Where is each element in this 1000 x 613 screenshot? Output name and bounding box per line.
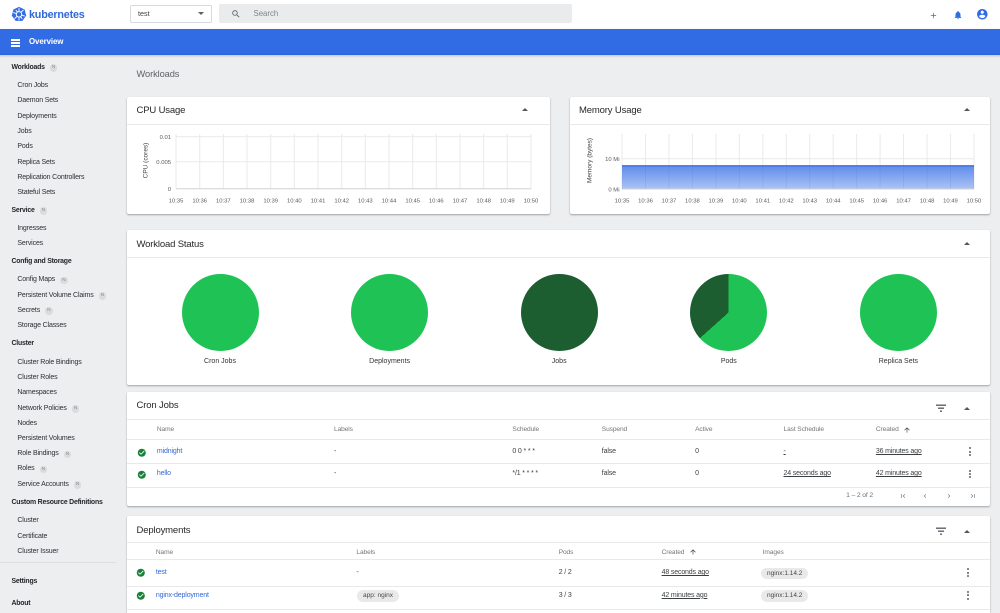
svg-text:10:43: 10:43 [358, 198, 373, 204]
svg-text:10:35: 10:35 [614, 198, 629, 204]
svg-text:10:49: 10:49 [500, 198, 515, 204]
svg-text:10:35: 10:35 [169, 198, 184, 204]
svg-text:10:41: 10:41 [755, 198, 770, 204]
svg-text:0.005: 0.005 [156, 160, 171, 166]
svg-text:10:50: 10:50 [966, 198, 981, 204]
svg-text:10:37: 10:37 [216, 198, 231, 204]
svg-text:10:44: 10:44 [825, 198, 840, 204]
svg-text:Memory (bytes): Memory (bytes) [586, 138, 593, 183]
svg-text:10:38: 10:38 [685, 198, 700, 204]
svg-text:10:39: 10:39 [708, 198, 723, 204]
svg-text:10:38: 10:38 [240, 198, 255, 204]
svg-text:10:43: 10:43 [802, 198, 817, 204]
svg-text:0 Mi: 0 Mi [608, 187, 619, 193]
svg-text:10:44: 10:44 [382, 198, 397, 204]
svg-text:10:45: 10:45 [405, 198, 420, 204]
svg-text:10:42: 10:42 [334, 198, 349, 204]
svg-text:10:40: 10:40 [287, 198, 302, 204]
svg-text:10:49: 10:49 [943, 198, 958, 204]
svg-text:10:45: 10:45 [849, 198, 864, 204]
svg-text:CPU (cores): CPU (cores) [142, 143, 149, 179]
svg-text:10:46: 10:46 [429, 198, 444, 204]
svg-text:10:48: 10:48 [476, 198, 491, 204]
svg-text:10:47: 10:47 [453, 198, 468, 204]
svg-text:10 Mi: 10 Mi [605, 157, 619, 163]
svg-text:10:46: 10:46 [872, 198, 887, 204]
svg-text:10:42: 10:42 [778, 198, 793, 204]
svg-text:10:36: 10:36 [638, 198, 653, 204]
svg-text:0: 0 [168, 187, 172, 193]
svg-text:10:47: 10:47 [896, 198, 911, 204]
svg-text:0.01: 0.01 [160, 135, 171, 141]
svg-text:10:36: 10:36 [192, 198, 207, 204]
svg-text:10:48: 10:48 [919, 198, 934, 204]
svg-text:10:40: 10:40 [731, 198, 746, 204]
svg-text:10:50: 10:50 [524, 198, 539, 204]
svg-text:10:39: 10:39 [263, 198, 278, 204]
svg-text:10:37: 10:37 [661, 198, 676, 204]
svg-text:10:41: 10:41 [311, 198, 326, 204]
